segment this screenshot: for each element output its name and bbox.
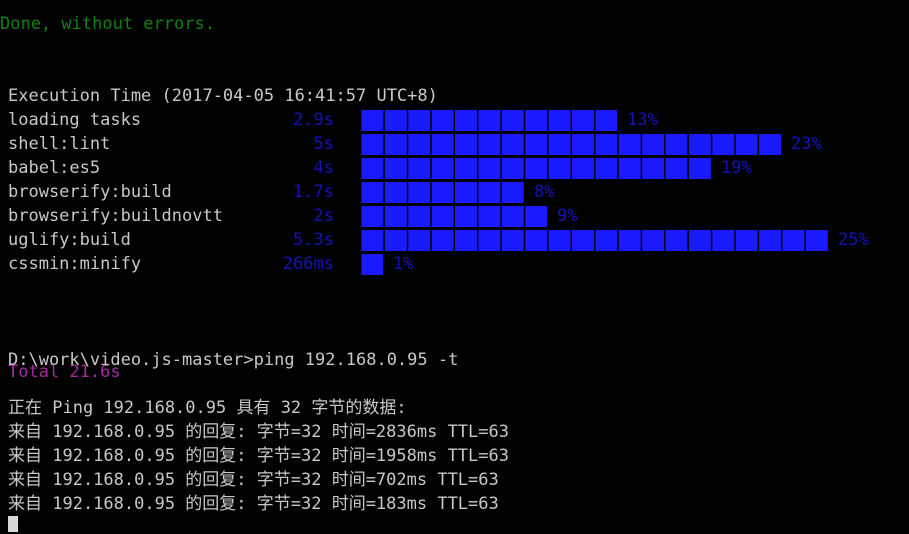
task-row: babel:es5 4s 19%	[0, 156, 909, 180]
task-row: browserify:build 1.7s 8%	[0, 180, 909, 204]
task-percent: 9%	[557, 206, 578, 226]
task-time: 4s	[313, 158, 334, 178]
task-row: cssmin:minify 266ms 1%	[0, 252, 909, 276]
task-bar	[360, 134, 781, 155]
task-percent: 1%	[393, 254, 414, 274]
task-time: 2.9s	[293, 110, 334, 130]
task-time: 5s	[313, 134, 334, 154]
build-status-area: Done, without errors.	[0, 12, 909, 36]
ping-reply-line: 来自 192.168.0.95 的回复: 字节=32 时间=1958ms TTL…	[8, 446, 509, 466]
build-status-line: Done, without errors.	[0, 14, 215, 34]
task-name: babel:es5	[8, 158, 101, 178]
terminal-window[interactable]: Done, without errors. Execution Time (20…	[0, 0, 909, 534]
task-percent: 25%	[838, 230, 869, 250]
task-time: 266ms	[282, 254, 334, 274]
task-bar	[360, 158, 711, 179]
command-prompt-line: D:\work\video.js-master>ping 192.168.0.9…	[8, 350, 459, 370]
ping-reply-line: 来自 192.168.0.95 的回复: 字节=32 时间=2836ms TTL…	[8, 422, 509, 442]
task-bar	[360, 182, 524, 203]
task-name: cssmin:minify	[8, 254, 142, 274]
ping-reply-line: 来自 192.168.0.95 的回复: 字节=32 时间=702ms TTL=…	[8, 470, 499, 490]
task-time: 2s	[313, 206, 334, 226]
ping-intro-line: 正在 Ping 192.168.0.95 具有 32 字节的数据:	[8, 398, 407, 418]
ping-reply-line: 来自 192.168.0.95 的回复: 字节=32 时间=183ms TTL=…	[8, 494, 499, 514]
task-name: loading tasks	[8, 110, 142, 130]
block-cursor	[8, 516, 18, 532]
task-name: browserify:buildnovtt	[8, 206, 223, 226]
execution-time-report: Execution Time (2017-04-05 16:41:57 UTC+…	[0, 84, 909, 382]
task-row: loading tasks 2.9s 13%	[0, 108, 909, 132]
task-percent: 19%	[721, 158, 752, 178]
task-row: uglify:build 5.3s 25%	[0, 228, 909, 252]
task-row: shell:lint 5s 23%	[0, 132, 909, 156]
task-name: shell:lint	[8, 134, 111, 154]
execution-time-header: Execution Time (2017-04-05 16:41:57 UTC+…	[8, 86, 438, 106]
task-percent: 13%	[627, 110, 658, 130]
task-bar	[360, 254, 383, 275]
task-bar	[360, 110, 617, 131]
task-percent: 8%	[534, 182, 555, 202]
task-bar	[360, 230, 828, 251]
task-bar	[360, 206, 547, 227]
console-output: D:\work\video.js-master>ping 192.168.0.9…	[0, 348, 909, 516]
task-name: browserify:build	[8, 182, 172, 202]
task-percent: 23%	[791, 134, 822, 154]
task-row: browserify:buildnovtt 2s 9%	[0, 204, 909, 228]
task-time: 5.3s	[293, 230, 334, 250]
task-name: uglify:build	[8, 230, 131, 250]
task-time: 1.7s	[293, 182, 334, 202]
